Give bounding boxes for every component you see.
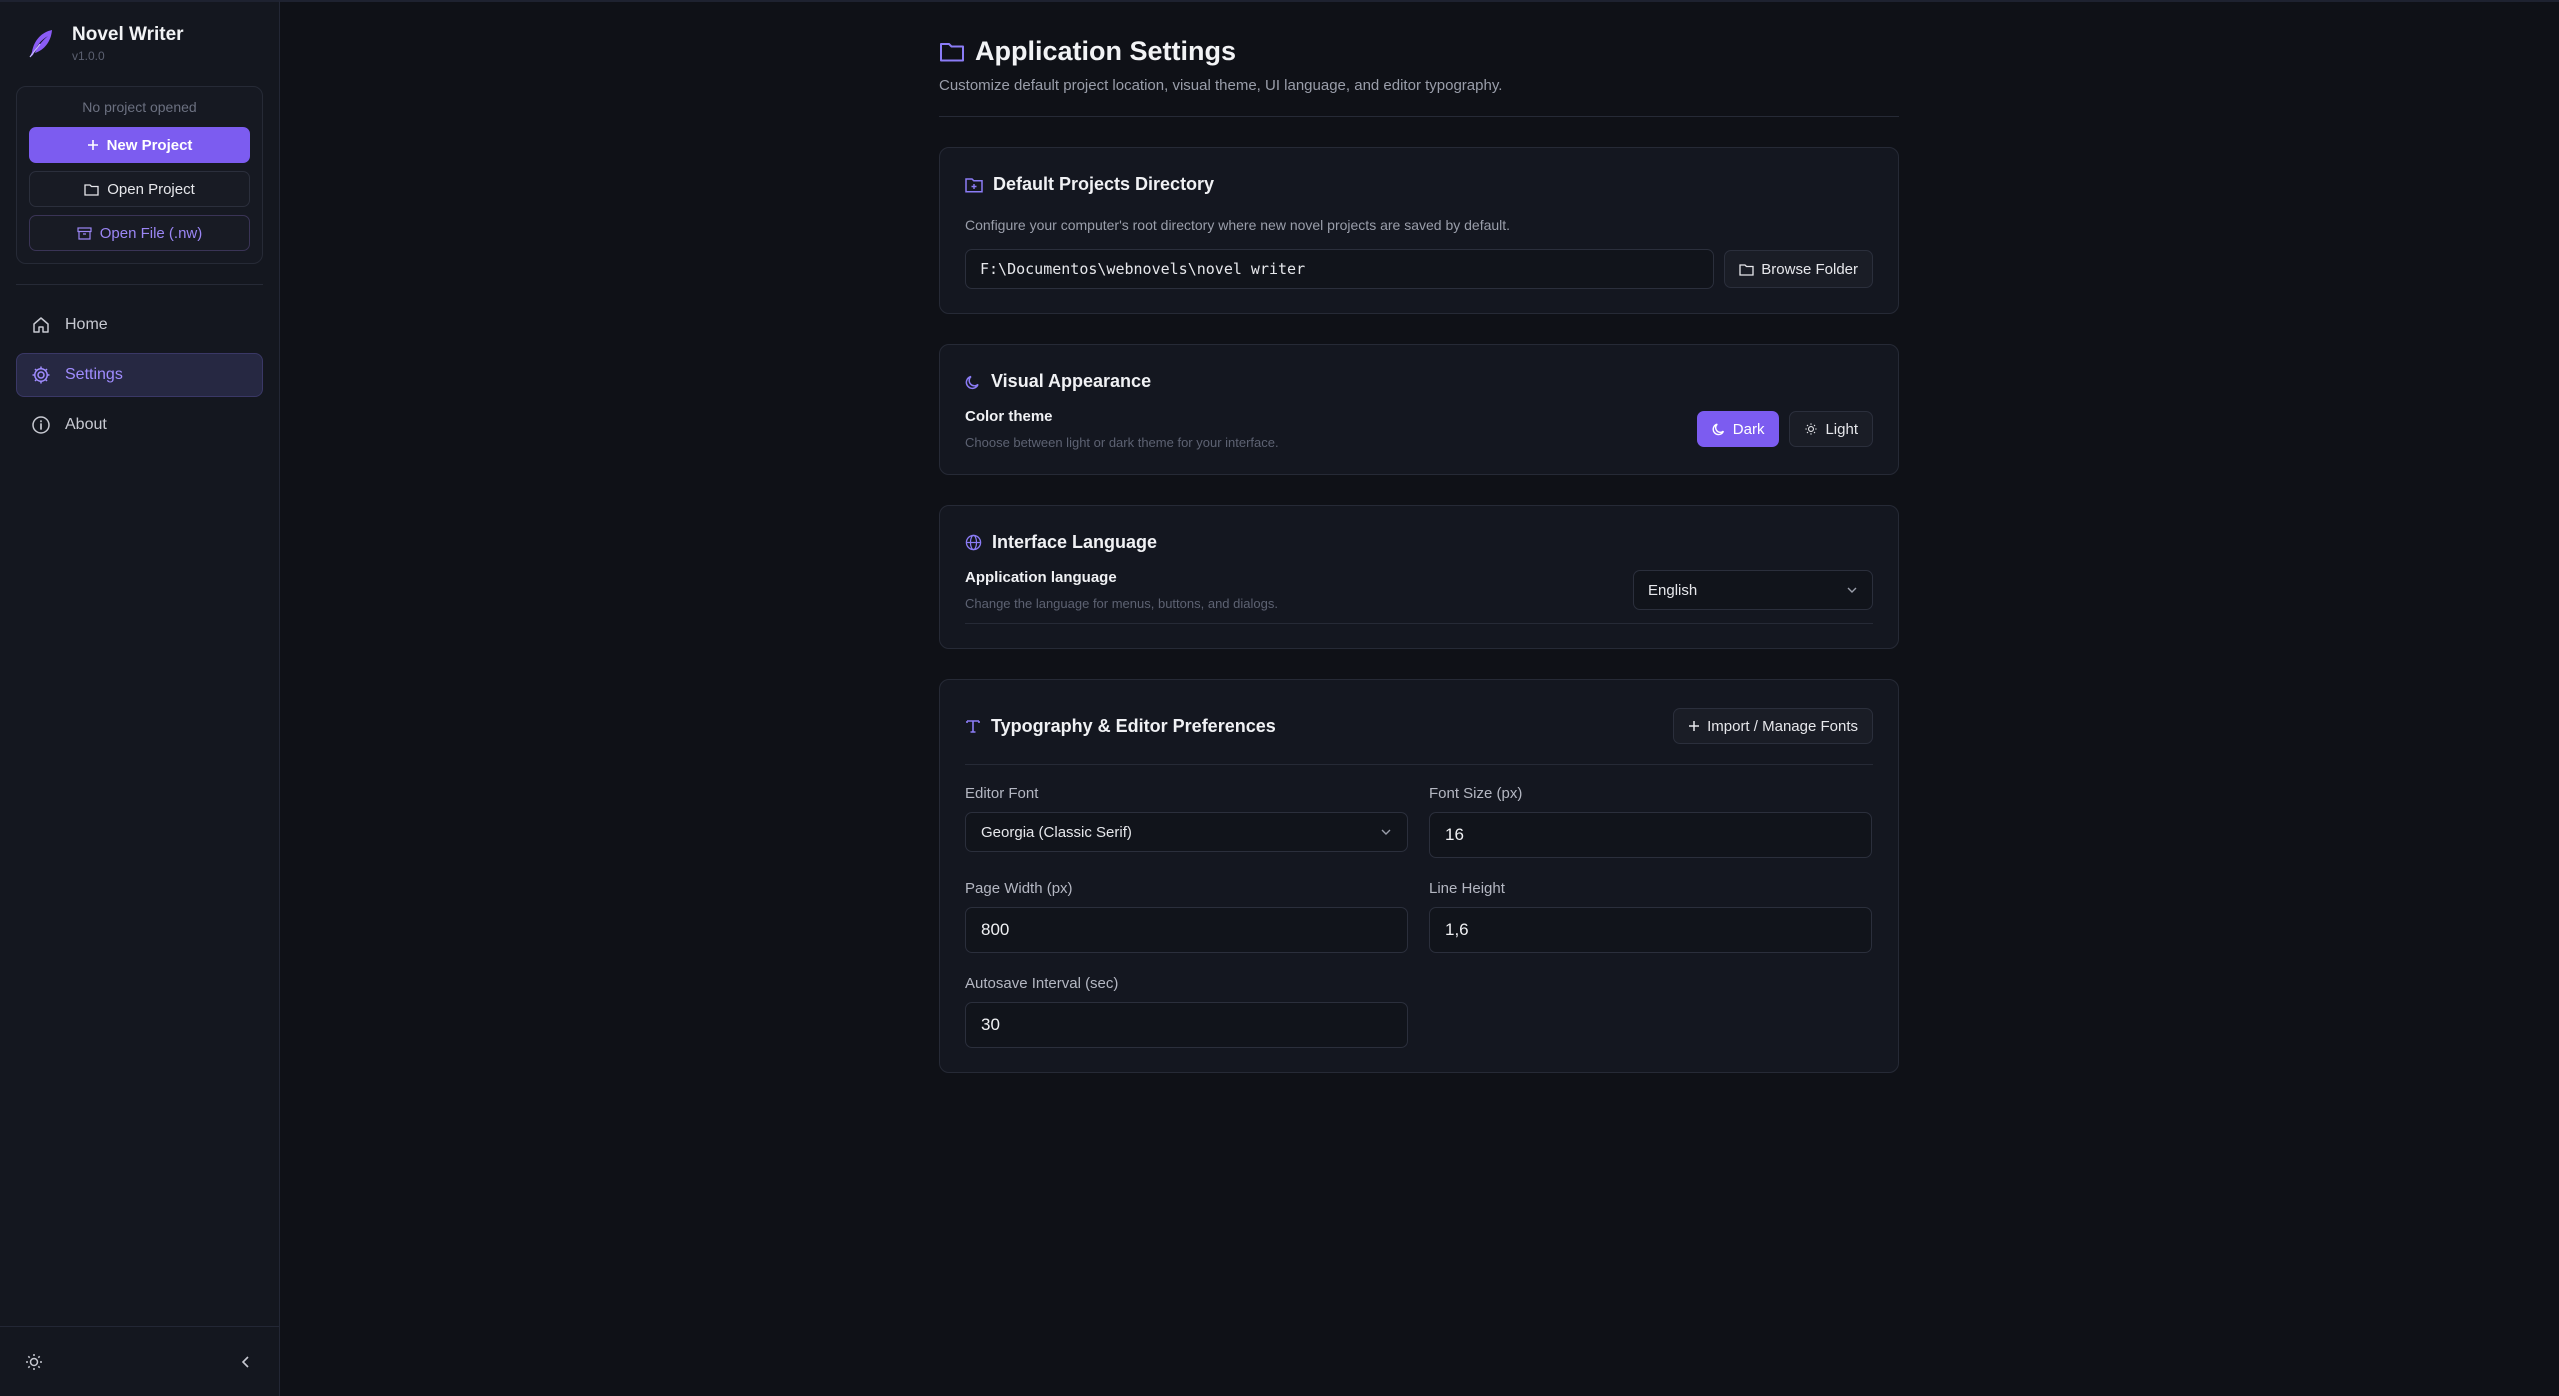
folder-icon <box>940 42 964 61</box>
gear-icon <box>32 366 50 384</box>
open-file-label: Open File (.nw) <box>99 224 203 242</box>
directory-title: Default Projects Directory <box>993 174 1215 194</box>
sidebar-item-about[interactable]: About <box>16 403 263 447</box>
sun-icon <box>1805 423 1818 435</box>
info-icon <box>32 416 50 434</box>
plus-icon <box>87 140 98 150</box>
app-version: v1.0.0 <box>72 49 105 63</box>
page-width-label: Page Width (px) <box>965 880 1073 897</box>
language-title: Interface Language <box>992 532 1158 552</box>
autosave-interval-label: Autosave Interval (sec) <box>965 975 1119 992</box>
import-fonts-label: Import / Manage Fonts <box>1707 717 1858 735</box>
app-language-help: Change the language for menus, buttons, … <box>965 596 1278 611</box>
feather-logo-icon <box>29 30 52 58</box>
directory-description: Configure your computer's root directory… <box>965 217 1511 233</box>
open-project-label: Open Project <box>107 180 195 198</box>
open-project-button[interactable]: Open Project <box>29 171 250 207</box>
app-name: Novel Writer <box>72 24 184 45</box>
sidebar: Novel Writer v1.0.0 No project opened Ne… <box>0 0 280 1396</box>
moon-icon <box>1712 423 1724 436</box>
archive-icon <box>77 226 92 240</box>
type-icon <box>966 720 980 733</box>
sidebar-item-settings[interactable]: Settings <box>16 353 263 397</box>
project-panel: No project opened New Project Open Proje… <box>16 86 263 264</box>
sidebar-item-home[interactable]: Home <box>16 303 263 347</box>
browse-folder-button[interactable]: Browse Folder <box>1724 250 1873 288</box>
editor-font-label: Editor Font <box>965 785 1039 802</box>
sidebar-item-label: Home <box>65 316 108 333</box>
dark-theme-label: Dark <box>1732 420 1765 438</box>
editor-font-select[interactable]: Georgia (Classic Serif) <box>965 812 1408 852</box>
sun-icon[interactable] <box>24 1352 44 1372</box>
sidebar-item-label: Settings <box>65 366 123 383</box>
light-theme-button[interactable]: Light <box>1789 411 1873 447</box>
color-theme-help: Choose between light or dark theme for y… <box>965 435 1279 450</box>
globe-icon <box>965 534 982 551</box>
line-height-label: Line Height <box>1429 880 1505 897</box>
sidebar-divider <box>16 284 263 285</box>
plus-icon <box>1689 721 1700 731</box>
dark-theme-button[interactable]: Dark <box>1696 411 1780 447</box>
open-file-button[interactable]: Open File (.nw) <box>29 215 250 251</box>
import-fonts-button[interactable]: Import / Manage Fonts <box>1673 708 1873 744</box>
moon-icon <box>965 375 979 389</box>
new-project-label: New Project <box>106 136 193 154</box>
browse-folder-label: Browse Folder <box>1761 260 1858 278</box>
language-select[interactable]: English <box>1633 570 1873 610</box>
page-title: Application Settings <box>975 36 1237 66</box>
folder-icon <box>1739 263 1754 276</box>
sidebar-item-label: About <box>65 416 107 433</box>
home-icon <box>33 317 49 333</box>
font-size-input[interactable]: 16 <box>1429 812 1872 858</box>
directory-path-input[interactable]: F:\Documentos\webnovels\novel writer <box>965 249 1715 289</box>
line-height-input[interactable]: 1,6 <box>1429 907 1872 953</box>
sidebar-footer <box>0 1326 279 1396</box>
appearance-card: Visual Appearance Color theme Choose bet… <box>939 344 1899 475</box>
light-theme-label: Light <box>1825 420 1858 438</box>
page-header: Application Settings Customize default p… <box>939 36 1899 117</box>
collapse-sidebar-icon[interactable] <box>239 1355 253 1369</box>
editor-font-value: Georgia (Classic Serif) <box>981 823 1132 841</box>
app-language-label: Application language <box>965 569 1117 586</box>
color-theme-label: Color theme <box>965 408 1053 425</box>
typography-title: Typography & Editor Preferences <box>991 715 1276 736</box>
directory-card: Default Projects Directory Configure you… <box>939 147 1899 314</box>
typography-card: Typography & Editor Preferences Import /… <box>939 679 1899 1073</box>
main-content: Application Settings Customize default p… <box>280 0 2559 1396</box>
language-divider <box>965 623 1873 624</box>
chevron-down-icon <box>1381 829 1391 835</box>
chevron-down-icon <box>1847 587 1857 593</box>
language-select-value: English <box>1648 581 1698 599</box>
folder-icon <box>84 183 99 196</box>
no-project-text: No project opened <box>82 99 197 115</box>
page-width-input[interactable]: 800 <box>965 907 1408 953</box>
autosave-interval-input[interactable]: 30 <box>965 1002 1408 1048</box>
page-subtitle: Customize default project location, visu… <box>939 77 1503 94</box>
font-size-label: Font Size (px) <box>1429 785 1523 802</box>
brand: Novel Writer v1.0.0 <box>0 2 279 80</box>
language-card: Interface Language Application language … <box>939 505 1899 649</box>
new-project-button[interactable]: New Project <box>29 127 250 163</box>
folder-plus-icon <box>965 177 983 193</box>
appearance-title: Visual Appearance <box>991 371 1152 391</box>
